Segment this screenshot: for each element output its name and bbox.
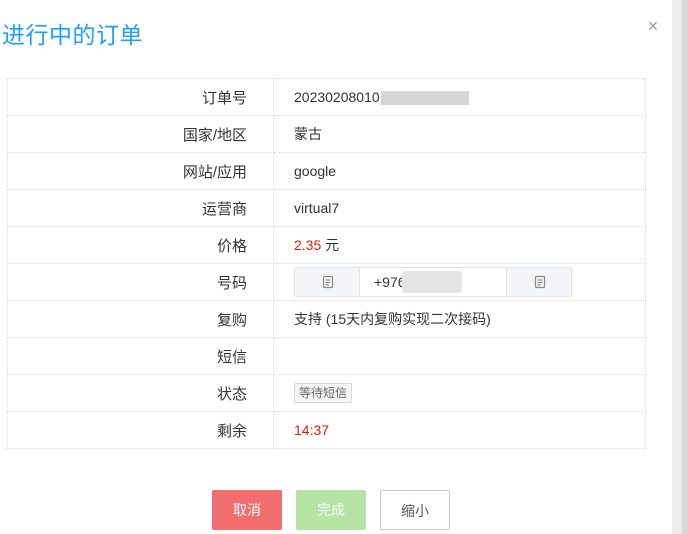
order-number-redaction xyxy=(380,91,469,106)
table-row-country: 国家/地区 蒙古 xyxy=(7,115,646,153)
order-number-label: 订单号 xyxy=(7,78,274,116)
table-row-order-number: 订单号 20230208010 xyxy=(7,78,646,116)
remaining-label: 剩余 xyxy=(7,411,274,449)
copy-prefix-button[interactable] xyxy=(295,268,360,296)
table-row-sms: 短信 xyxy=(7,337,646,375)
country-label: 国家/地区 xyxy=(7,115,274,153)
price-cell: 2.35 元 xyxy=(273,226,646,264)
price-unit: 元 xyxy=(325,237,340,253)
phone-number-redaction xyxy=(401,271,462,293)
site-value: google xyxy=(273,152,646,190)
phone-number-field[interactable]: +976 xyxy=(360,268,506,296)
cancel-button[interactable]: 取消 xyxy=(212,490,282,530)
copy-icon xyxy=(322,275,333,289)
scrollbar-thumb[interactable] xyxy=(682,0,688,534)
price-value: 2.35 xyxy=(294,237,322,253)
site-label: 网站/应用 xyxy=(7,152,274,190)
carrier-label: 运营商 xyxy=(7,189,274,227)
table-row-site: 网站/应用 google xyxy=(7,152,646,190)
sms-value xyxy=(273,337,646,375)
sms-label: 短信 xyxy=(7,337,274,375)
order-info-table: 订单号 20230208010 国家/地区 蒙古 网站/应用 google 运营… xyxy=(7,78,646,449)
status-label: 状态 xyxy=(7,374,274,412)
phone-cell: +976 xyxy=(273,263,646,301)
phone-label: 号码 xyxy=(7,263,274,301)
status-cell: 等待短信 xyxy=(273,374,646,412)
order-number-cell: 20230208010 xyxy=(273,78,646,116)
table-row-carrier: 运营商 virtual7 xyxy=(7,189,646,227)
close-icon[interactable]: × xyxy=(645,17,661,35)
table-row-phone: 号码 +976 xyxy=(7,263,646,301)
table-row-repurchase: 复购 支持 (15天内复购实现二次接码) xyxy=(7,300,646,338)
order-dialog: 进行中的订单 × 订单号 20230208010 国家/地区 蒙古 网站/应用 … xyxy=(0,0,672,534)
minimize-button[interactable]: 缩小 xyxy=(380,490,450,530)
repurchase-label: 复购 xyxy=(7,300,274,338)
country-value: 蒙古 xyxy=(273,115,646,153)
carrier-value: virtual7 xyxy=(273,189,646,227)
phone-copy-group: +976 xyxy=(294,267,572,297)
table-row-price: 价格 2.35 元 xyxy=(7,226,646,264)
phone-number-value: +976 xyxy=(374,274,406,290)
table-row-remaining: 剩余 14:37 xyxy=(7,411,646,449)
status-badge: 等待短信 xyxy=(294,383,353,403)
dialog-title: 进行中的订单 xyxy=(2,22,143,48)
repurchase-value: 支持 (15天内复购实现二次接码) xyxy=(273,300,646,338)
table-row-status: 状态 等待短信 xyxy=(7,374,646,412)
price-label: 价格 xyxy=(7,226,274,264)
page-scrollbar[interactable] xyxy=(672,0,688,534)
order-number-value: 20230208010 xyxy=(294,88,380,105)
copy-icon xyxy=(534,275,545,289)
done-button[interactable]: 完成 xyxy=(296,490,366,530)
remaining-time: 14:37 xyxy=(294,422,330,438)
remaining-cell: 14:37 xyxy=(273,411,646,449)
copy-number-button[interactable] xyxy=(506,268,571,296)
